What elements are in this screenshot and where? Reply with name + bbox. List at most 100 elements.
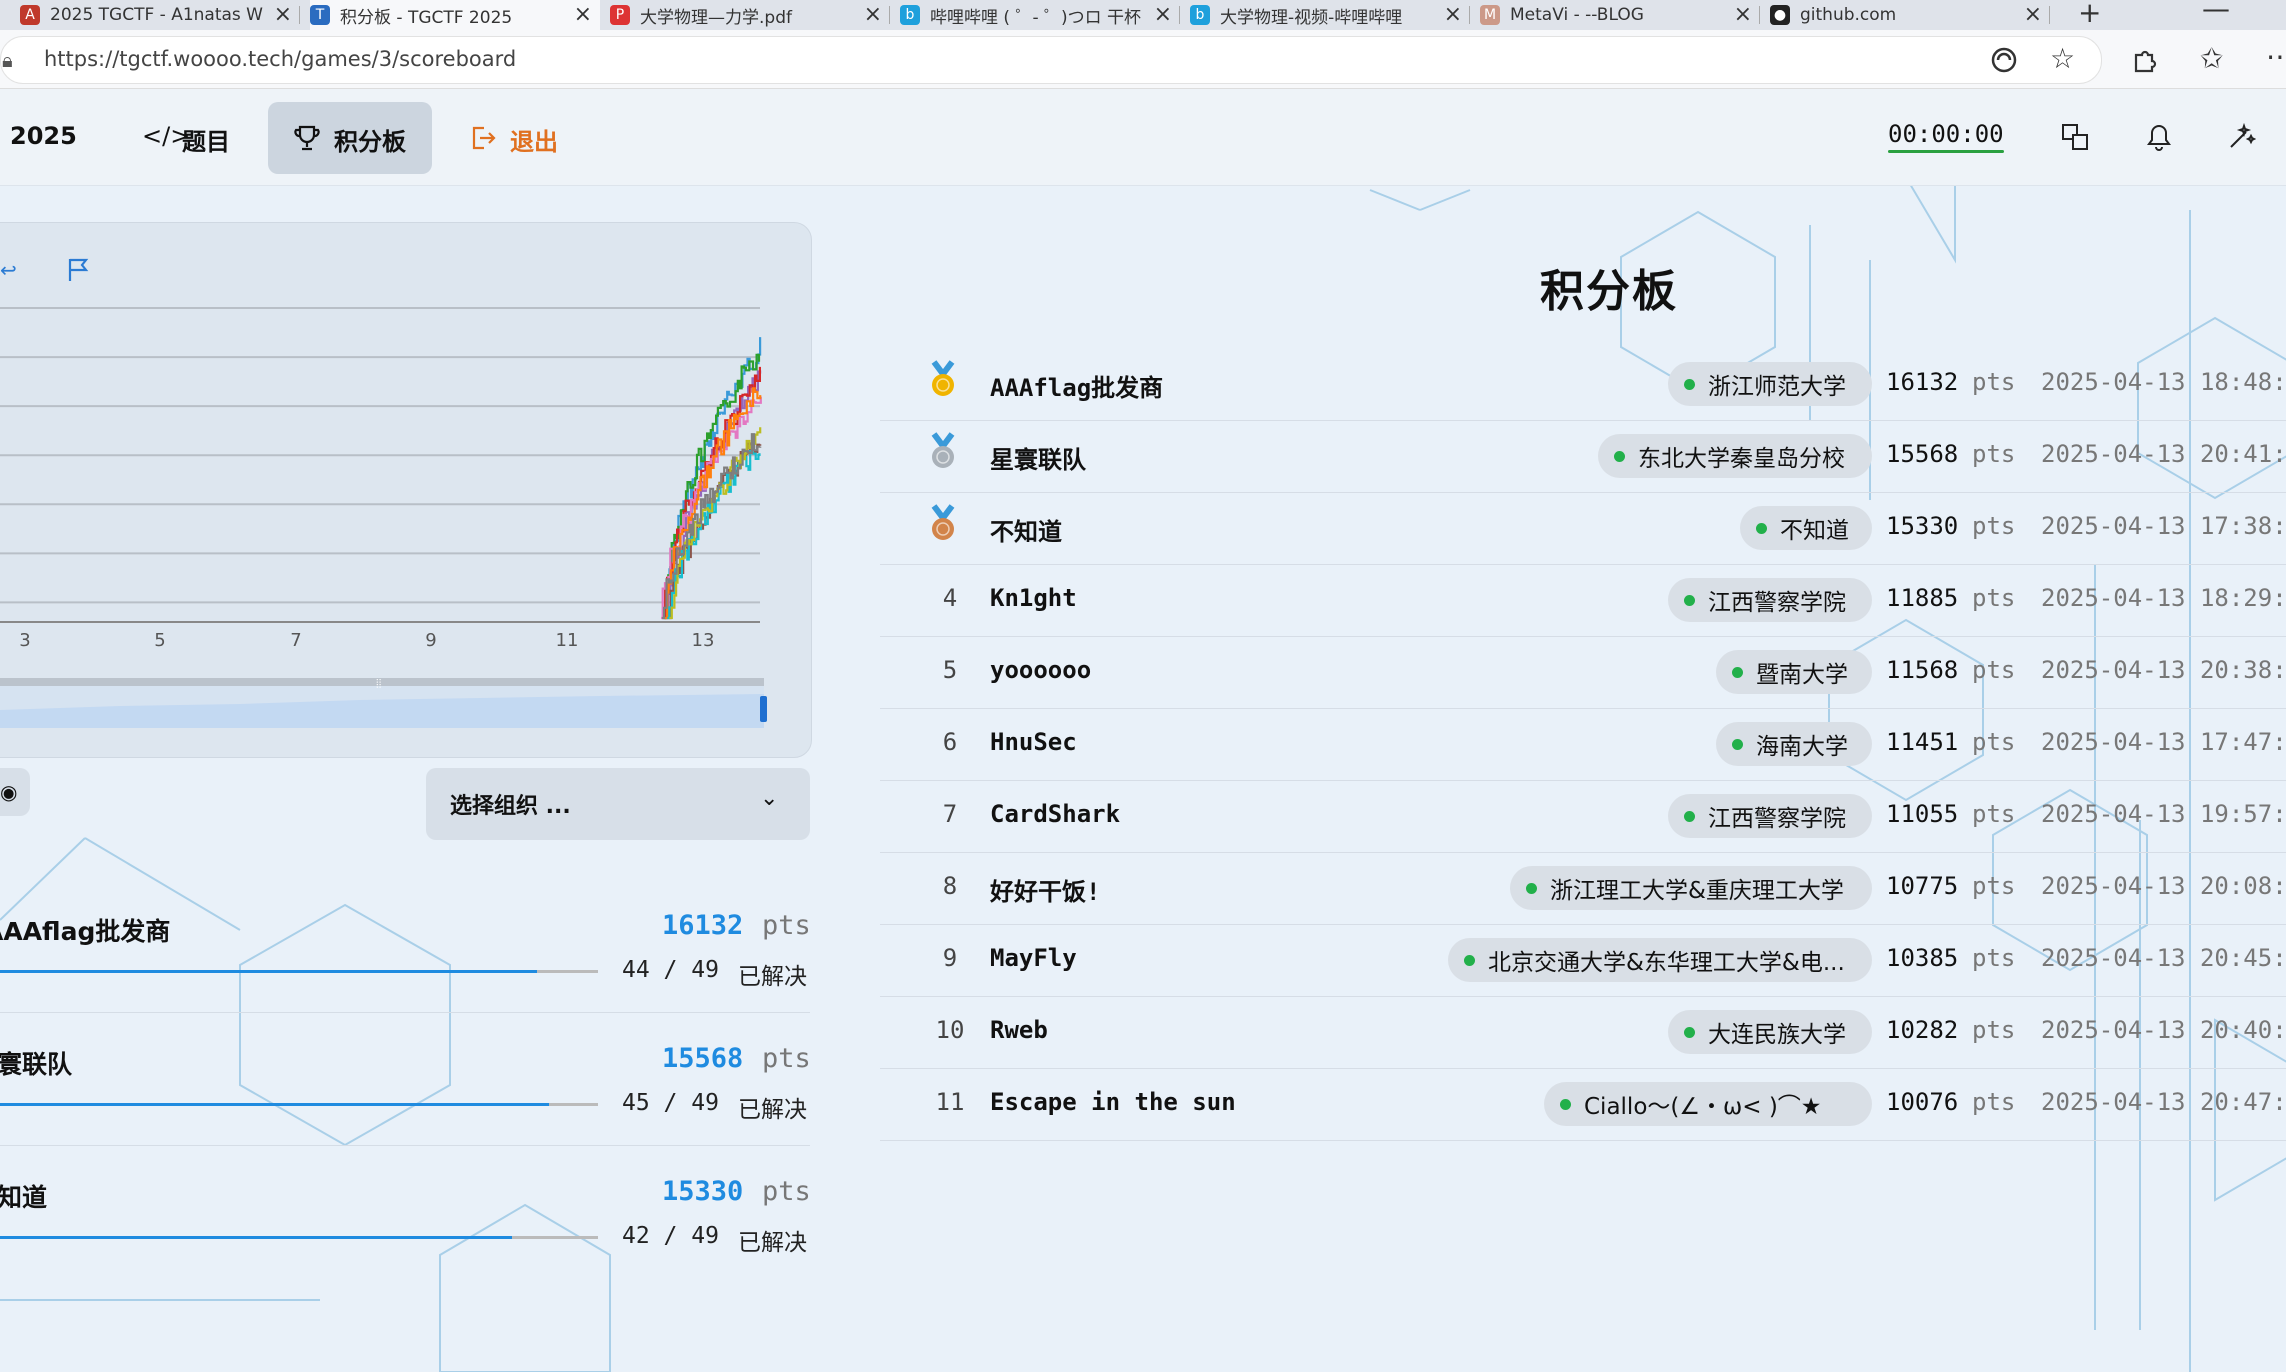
nav-challenges[interactable]: 题目 xyxy=(182,122,230,157)
rank-number: 10 xyxy=(935,1016,965,1044)
progress-bar xyxy=(0,970,537,973)
nav-logout[interactable]: 退出 xyxy=(510,122,558,157)
table-row[interactable]: 不知道 不知道 15330 pts 2025-04-13 17:38: xyxy=(880,492,2286,565)
pts-label: pts xyxy=(762,1043,811,1074)
timer-progress xyxy=(1888,150,2004,153)
team-score: 15568 xyxy=(662,1043,744,1074)
team-name[interactable]: 不知道 xyxy=(990,512,1062,547)
table-row[interactable]: 星寰联队 东北大学秦皇岛分校 15568 pts 2025-04-13 20:41: xyxy=(880,420,2286,493)
browser-tab-scoreboard[interactable]: T 积分板 - TGCTF 2025 × xyxy=(310,0,600,30)
organization-badge: 海南大学 xyxy=(1716,722,1872,766)
close-icon[interactable]: × xyxy=(2024,2,2042,27)
medal-icon xyxy=(931,360,955,396)
tab-label: 哔哩哔哩 ( ゜- ゜)つロ 干杯 xyxy=(930,7,1142,28)
close-icon[interactable]: × xyxy=(274,2,292,27)
nav-scoreboard-label: 积分板 xyxy=(334,128,406,156)
table-row[interactable]: AAAflag批发商 浙江师范大学 16132 pts 2025-04-13 18:48… xyxy=(880,348,2286,421)
last-submit-time: 2025-04-13 18:48: xyxy=(2041,368,2286,396)
chart-tool-icon[interactable]: ↩ xyxy=(0,258,17,282)
x-tick-label: 5 xyxy=(154,630,165,651)
close-icon[interactable]: × xyxy=(1154,2,1172,27)
team-name[interactable]: yoooooo xyxy=(990,656,1091,684)
progress-bar xyxy=(0,1103,549,1106)
solved-count: 45 / 49 xyxy=(622,1090,719,1116)
solved-suffix: 已解决 xyxy=(738,1230,807,1256)
table-row[interactable]: 8 好好干饭! 浙江理工大学&重庆理工大学 10775 pts 2025-04-13 20… xyxy=(880,852,2286,925)
table-row[interactable]: 11 Escape in the sun Ciallo～(∠・ω< )⌒★ 10076… xyxy=(880,1068,2286,1141)
organization-badge: 江西警察学院 xyxy=(1668,578,1872,622)
team-score: 11885 xyxy=(1886,584,1959,612)
url-text: https://tgctf.woooo.tech/games/3/scorebo… xyxy=(44,47,517,71)
pts-label: pts xyxy=(1972,368,2016,396)
team-name[interactable]: Rweb xyxy=(990,1016,1048,1044)
org-select-label: 选择组织 ... xyxy=(450,794,571,819)
rank-number: 6 xyxy=(942,728,958,756)
slider-grip-icon: ⦙⦙ xyxy=(376,677,381,691)
score-line-chart[interactable]: 3 5 7 9 11 13 ⦙⦙ xyxy=(0,290,780,730)
organization-badge: 东北大学秦皇岛分校 xyxy=(1598,434,1872,478)
rank-number: 5 xyxy=(942,656,958,684)
close-icon[interactable]: × xyxy=(574,2,592,27)
extensions-icon[interactable] xyxy=(2130,46,2158,74)
range-slider-bar xyxy=(0,678,764,686)
table-row[interactable]: 10 Rweb 大连民族大学 10282 pts 2025-04-13 20:40: xyxy=(880,996,2286,1069)
more-menu-icon[interactable]: ⋯ xyxy=(2266,40,2286,73)
table-row[interactable]: 4 Kn1ght 江西警察学院 11885 pts 2025-04-13 18:29: xyxy=(880,564,2286,637)
flag-icon[interactable] xyxy=(66,256,92,284)
favorites-list-icon[interactable]: ✩ xyxy=(2200,42,2223,75)
new-tab-icon[interactable]: + xyxy=(2078,0,2101,29)
close-icon[interactable]: × xyxy=(864,2,882,27)
team-name[interactable]: 星寰联队 xyxy=(990,440,1086,475)
table-row[interactable]: 7 CardShark 江西警察学院 11055 pts 2025-04-13 19:57… xyxy=(880,780,2286,853)
team-name[interactable]: HnuSec xyxy=(990,728,1077,756)
game-timer: 00:00:00 xyxy=(1888,120,2004,148)
x-tick-label: 11 xyxy=(556,630,579,651)
team-name: 星寰联队 xyxy=(0,1050,73,1079)
medal-icon xyxy=(931,432,955,468)
team-name[interactable]: Kn1ght xyxy=(990,584,1077,612)
browser-tab-bilibili[interactable]: b 哔哩哔哩 ( ゜- ゜)つロ 干杯 × xyxy=(900,0,1180,30)
last-submit-time: 2025-04-13 20:40: xyxy=(2041,1016,2286,1044)
trophy-icon xyxy=(294,125,320,151)
organization-badge: 江西警察学院 xyxy=(1668,794,1872,838)
table-row[interactable]: 6 HnuSec 海南大学 11451 pts 2025-04-13 17:47: xyxy=(880,708,2286,781)
pts-label: pts xyxy=(1972,440,2016,468)
table-row[interactable]: 5 yoooooo 暨南大学 11568 pts 2025-04-13 20:38: xyxy=(880,636,2286,709)
team-score: 11568 xyxy=(1886,656,1959,684)
close-icon[interactable]: × xyxy=(1734,2,1752,27)
team-score: 15330 xyxy=(662,1176,744,1207)
team-name[interactable]: Escape in the sun xyxy=(990,1088,1236,1116)
close-icon[interactable]: × xyxy=(1444,2,1462,27)
tab-label: 大学物理-视频-哔哩哔哩 xyxy=(1220,7,1403,28)
minimize-icon[interactable]: — xyxy=(2202,0,2230,25)
browser-tab-github[interactable]: ● github.com × xyxy=(1770,0,2050,30)
ctf-icon: T xyxy=(310,5,330,25)
team-name[interactable]: CardShark xyxy=(990,800,1120,828)
logout-icon xyxy=(472,126,496,150)
team-name[interactable]: 好好干饭! xyxy=(990,872,1100,907)
browser-tab-pdf[interactable]: P 大学物理—力学.pdf × xyxy=(610,0,890,30)
bilibili-icon: b xyxy=(900,5,920,25)
reader-mode-icon[interactable] xyxy=(1990,46,2018,74)
progress-bar xyxy=(0,1236,512,1239)
team-name[interactable]: MayFly xyxy=(990,944,1077,972)
organization-badge: 大连民族大学 xyxy=(1668,1010,1872,1054)
last-submit-time: 2025-04-13 20:08: xyxy=(2041,872,2286,900)
browser-tab-tgctf-home[interactable]: A 2025 TGCTF - A1natas W × xyxy=(20,0,300,30)
theme-wand-icon[interactable] xyxy=(2226,122,2256,152)
rank-number: 4 xyxy=(942,584,958,612)
tab-label: 积分板 - TGCTF 2025 xyxy=(340,7,513,28)
browser-tab-bilibili-video[interactable]: b 大学物理-视频-哔哩哔哩 × xyxy=(1190,0,1470,30)
bilibili-icon: b xyxy=(1190,5,1210,25)
tab-label: github.com xyxy=(1800,5,1897,25)
rank-number: 7 xyxy=(942,800,958,828)
table-row[interactable]: 9 MayFly 北京交通大学&东华理工大学&电... 10385 pts 2025-04… xyxy=(880,924,2286,997)
team-score: 10282 xyxy=(1886,1016,1959,1044)
team-name[interactable]: AAAflag批发商 xyxy=(990,368,1163,403)
favorite-star-icon[interactable]: ☆ xyxy=(2050,42,2075,75)
pts-label: pts xyxy=(1972,584,2016,612)
notification-bell-icon[interactable] xyxy=(2144,122,2174,152)
translate-icon[interactable] xyxy=(2060,122,2090,152)
lock-icon[interactable]: 🔒︎ xyxy=(2,48,13,72)
browser-tab-blog[interactable]: M MetaVi - --BLOG × xyxy=(1480,0,1760,30)
